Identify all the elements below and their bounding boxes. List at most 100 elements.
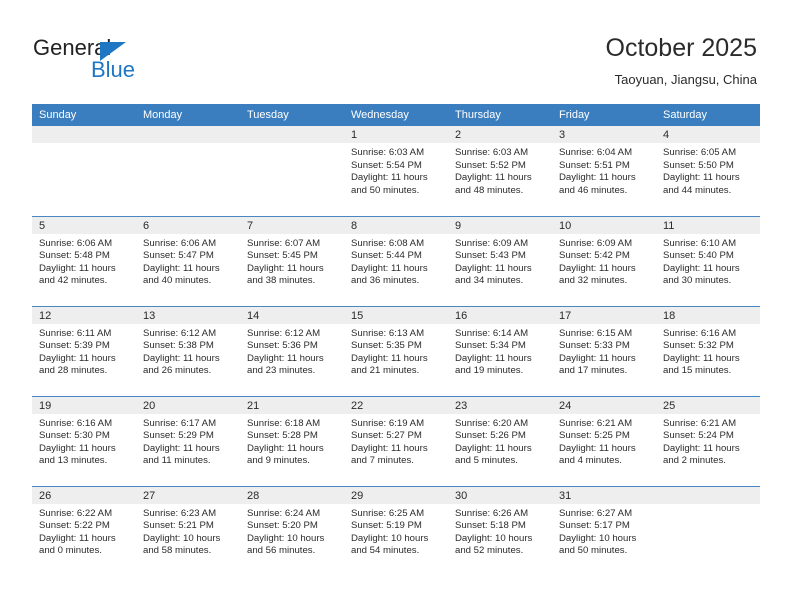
day-box: [32, 126, 136, 216]
calendar-cell-day[interactable]: 22 Sunrise: 6:19 AM Sunset: 5:27 PM Dayli…: [344, 395, 448, 486]
day-box: 24 Sunrise: 6:21 AM Sunset: 5:25 PM Dayli…: [552, 396, 656, 486]
day-box: 2 Sunrise: 6:03 AM Sunset: 5:52 PM Daylig…: [448, 126, 552, 216]
sun-times-info: Sunrise: 6:19 AM Sunset: 5:27 PM Dayligh…: [351, 417, 428, 467]
sun-times-info: Sunrise: 6:21 AM Sunset: 5:24 PM Dayligh…: [663, 417, 740, 467]
sun-times-info: Sunrise: 6:20 AM Sunset: 5:26 PM Dayligh…: [455, 417, 532, 467]
calendar-cell-day[interactable]: 15 Sunrise: 6:13 AM Sunset: 5:35 PM Dayli…: [344, 305, 448, 396]
sun-times-info: Sunrise: 6:16 AM Sunset: 5:32 PM Dayligh…: [663, 327, 740, 377]
sun-times-info: Sunrise: 6:18 AM Sunset: 5:28 PM Dayligh…: [247, 417, 324, 467]
calendar-cell-day[interactable]: 1 Sunrise: 6:03 AM Sunset: 5:54 PM Daylig…: [344, 126, 448, 216]
calendar-cell-day[interactable]: 9 Sunrise: 6:09 AM Sunset: 5:43 PM Daylig…: [448, 215, 552, 306]
sun-times-info: Sunrise: 6:23 AM Sunset: 5:21 PM Dayligh…: [143, 507, 221, 557]
day-number: 13: [136, 306, 240, 324]
sun-times-info: Sunrise: 6:08 AM Sunset: 5:44 PM Dayligh…: [351, 237, 428, 287]
day-number: 5: [32, 216, 136, 234]
sun-times-info: Sunrise: 6:25 AM Sunset: 5:19 PM Dayligh…: [351, 507, 429, 557]
day-number: 18: [656, 306, 760, 324]
calendar-cell-day[interactable]: 3 Sunrise: 6:04 AM Sunset: 5:51 PM Daylig…: [552, 126, 656, 216]
calendar-cell-day[interactable]: 30 Sunrise: 6:26 AM Sunset: 5:18 PM Dayli…: [448, 485, 552, 577]
day-box: 13 Sunrise: 6:12 AM Sunset: 5:38 PM Dayli…: [136, 306, 240, 396]
calendar-cell-day[interactable]: 23 Sunrise: 6:20 AM Sunset: 5:26 PM Dayli…: [448, 395, 552, 486]
calendar-cell-day[interactable]: 7 Sunrise: 6:07 AM Sunset: 5:45 PM Daylig…: [240, 215, 344, 306]
day-number: 11: [656, 216, 760, 234]
day-box: 27 Sunrise: 6:23 AM Sunset: 5:21 PM Dayli…: [136, 486, 240, 577]
calendar-cell-day[interactable]: 11 Sunrise: 6:10 AM Sunset: 5:40 PM Dayli…: [656, 215, 760, 306]
day-box: 4 Sunrise: 6:05 AM Sunset: 5:50 PM Daylig…: [656, 126, 760, 216]
day-box: 5 Sunrise: 6:06 AM Sunset: 5:48 PM Daylig…: [32, 216, 136, 306]
calendar-cell-day[interactable]: 18 Sunrise: 6:16 AM Sunset: 5:32 PM Dayli…: [656, 305, 760, 396]
calendar-cell-day[interactable]: 20 Sunrise: 6:17 AM Sunset: 5:29 PM Dayli…: [136, 395, 240, 486]
day-number: 27: [136, 486, 240, 504]
page-title: October 2025: [605, 34, 758, 62]
calendar-cell-empty: [136, 126, 240, 216]
sun-times-info: [32, 143, 136, 147]
calendar-cell-day[interactable]: 27 Sunrise: 6:23 AM Sunset: 5:21 PM Dayli…: [136, 485, 240, 577]
calendar-cell-day[interactable]: 4 Sunrise: 6:05 AM Sunset: 5:50 PM Daylig…: [656, 126, 760, 216]
day-number: 8: [344, 216, 448, 234]
day-box: 29 Sunrise: 6:25 AM Sunset: 5:19 PM Dayli…: [344, 486, 448, 577]
day-box: 30 Sunrise: 6:26 AM Sunset: 5:18 PM Dayli…: [448, 486, 552, 577]
day-number: 24: [552, 396, 656, 414]
column-header-sunday: Sunday: [32, 104, 136, 126]
day-number: 16: [448, 306, 552, 324]
calendar-cell-day[interactable]: 19 Sunrise: 6:16 AM Sunset: 5:30 PM Dayli…: [32, 395, 136, 486]
calendar-cell-day[interactable]: 6 Sunrise: 6:06 AM Sunset: 5:47 PM Daylig…: [136, 215, 240, 306]
day-box: 12 Sunrise: 6:11 AM Sunset: 5:39 PM Dayli…: [32, 306, 136, 396]
day-number: [240, 126, 344, 143]
calendar-cell-day[interactable]: 8 Sunrise: 6:08 AM Sunset: 5:44 PM Daylig…: [344, 215, 448, 306]
day-box: 3 Sunrise: 6:04 AM Sunset: 5:51 PM Daylig…: [552, 126, 656, 216]
column-header-saturday: Saturday: [656, 104, 760, 126]
calendar-cell-day[interactable]: 31 Sunrise: 6:27 AM Sunset: 5:17 PM Dayli…: [552, 485, 656, 577]
sun-times-info: Sunrise: 6:09 AM Sunset: 5:43 PM Dayligh…: [455, 237, 532, 287]
calendar-cell-day[interactable]: 13 Sunrise: 6:12 AM Sunset: 5:38 PM Dayli…: [136, 305, 240, 396]
calendar-cell-day[interactable]: 29 Sunrise: 6:25 AM Sunset: 5:19 PM Dayli…: [344, 485, 448, 577]
calendar-cell-day[interactable]: 5 Sunrise: 6:06 AM Sunset: 5:48 PM Daylig…: [32, 215, 136, 306]
day-number: 4: [656, 126, 760, 143]
calendar-cell-day[interactable]: 12 Sunrise: 6:11 AM Sunset: 5:39 PM Dayli…: [32, 305, 136, 396]
day-box: 6 Sunrise: 6:06 AM Sunset: 5:47 PM Daylig…: [136, 216, 240, 306]
calendar-cell-day[interactable]: 14 Sunrise: 6:12 AM Sunset: 5:36 PM Dayli…: [240, 305, 344, 396]
column-header-tuesday: Tuesday: [240, 104, 344, 126]
page-header: General Blue October 2025 Taoyuan, Jiang…: [0, 0, 792, 100]
day-number: 7: [240, 216, 344, 234]
general-blue-logo[interactable]: General Blue: [33, 36, 213, 86]
calendar-cell-day[interactable]: 25 Sunrise: 6:21 AM Sunset: 5:24 PM Dayli…: [656, 395, 760, 486]
day-box: 25 Sunrise: 6:21 AM Sunset: 5:24 PM Dayli…: [656, 396, 760, 486]
day-number: [32, 126, 136, 143]
day-box: 26 Sunrise: 6:22 AM Sunset: 5:22 PM Dayli…: [32, 486, 136, 577]
day-box: [136, 126, 240, 216]
day-box: 16 Sunrise: 6:14 AM Sunset: 5:34 PM Dayli…: [448, 306, 552, 396]
sun-times-info: Sunrise: 6:22 AM Sunset: 5:22 PM Dayligh…: [39, 507, 116, 557]
calendar-cell-empty: [32, 126, 136, 216]
day-number: 30: [448, 486, 552, 504]
day-number: 20: [136, 396, 240, 414]
calendar-cell-empty: [240, 126, 344, 216]
day-number: 14: [240, 306, 344, 324]
day-number: [656, 486, 760, 504]
sun-times-info: [240, 143, 344, 147]
calendar-cell-day[interactable]: 21 Sunrise: 6:18 AM Sunset: 5:28 PM Dayli…: [240, 395, 344, 486]
calendar-cell-day[interactable]: 24 Sunrise: 6:21 AM Sunset: 5:25 PM Dayli…: [552, 395, 656, 486]
calendar-week-row: 12 Sunrise: 6:11 AM Sunset: 5:39 PM Dayli…: [32, 305, 760, 396]
calendar-cell-day[interactable]: 16 Sunrise: 6:14 AM Sunset: 5:34 PM Dayli…: [448, 305, 552, 396]
day-box: 19 Sunrise: 6:16 AM Sunset: 5:30 PM Dayli…: [32, 396, 136, 486]
day-number: 23: [448, 396, 552, 414]
calendar-cell-day[interactable]: 10 Sunrise: 6:09 AM Sunset: 5:42 PM Dayli…: [552, 215, 656, 306]
day-number: 26: [32, 486, 136, 504]
day-number: 1: [344, 126, 448, 143]
calendar-cell-day[interactable]: 17 Sunrise: 6:15 AM Sunset: 5:33 PM Dayli…: [552, 305, 656, 396]
day-box: [656, 486, 760, 576]
day-box: 9 Sunrise: 6:09 AM Sunset: 5:43 PM Daylig…: [448, 216, 552, 306]
day-box: 14 Sunrise: 6:12 AM Sunset: 5:36 PM Dayli…: [240, 306, 344, 396]
calendar-cell-day[interactable]: 28 Sunrise: 6:24 AM Sunset: 5:20 PM Dayli…: [240, 485, 344, 576]
calendar-week-row: 5 Sunrise: 6:06 AM Sunset: 5:48 PM Daylig…: [32, 215, 760, 306]
day-box: 15 Sunrise: 6:13 AM Sunset: 5:35 PM Dayli…: [344, 306, 448, 396]
calendar-cell-day[interactable]: 26 Sunrise: 6:22 AM Sunset: 5:22 PM Dayli…: [32, 485, 136, 577]
calendar-week-row: 19 Sunrise: 6:16 AM Sunset: 5:30 PM Dayli…: [32, 395, 760, 486]
column-header-thursday: Thursday: [448, 104, 552, 126]
sun-times-info: Sunrise: 6:06 AM Sunset: 5:47 PM Dayligh…: [143, 237, 220, 287]
calendar-cell-day[interactable]: 2 Sunrise: 6:03 AM Sunset: 5:52 PM Daylig…: [448, 126, 552, 216]
day-box: 31 Sunrise: 6:27 AM Sunset: 5:17 PM Dayli…: [552, 486, 656, 577]
day-number: 2: [448, 126, 552, 143]
sun-times-info: Sunrise: 6:14 AM Sunset: 5:34 PM Dayligh…: [455, 327, 532, 377]
